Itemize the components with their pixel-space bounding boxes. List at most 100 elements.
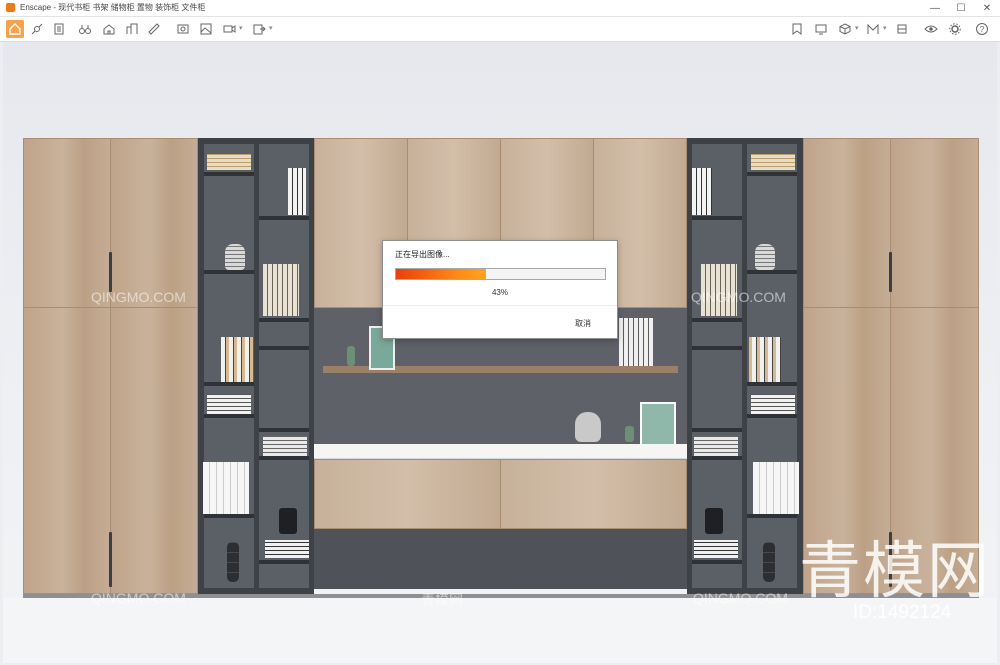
maximize-button[interactable]: ☐ [948,0,974,16]
render-viewport[interactable]: QINGMO.COM QINGMO.COM QINGMO.COM QINGMO.… [3,42,997,663]
books [221,337,253,382]
progress-percent: 43% [491,288,508,297]
sculpture [227,542,239,582]
export-button[interactable] [250,20,268,38]
right-wardrobe-door-top-2 [890,138,979,308]
books [692,168,712,215]
right-wardrobe-door-top-1 [803,138,891,308]
close-button[interactable]: ✕ [974,0,1000,16]
left-wardrobe-door-top-2 [110,138,198,308]
books [751,394,795,414]
books [203,462,249,514]
gear-icon [949,23,961,35]
books [207,154,251,170]
shelf [259,216,309,220]
left-wardrobe-door-bottom-2 [110,307,198,594]
vase [347,346,355,366]
bookmark-icon [792,23,802,35]
left-wardrobe-door-top-1 [23,138,111,308]
export-icon [253,24,266,35]
speaker [279,508,297,534]
books [749,337,781,382]
binoculars-button[interactable] [76,20,94,38]
books [288,168,306,215]
enscape-toolbar: ▾ ▾ ▾ ▾ ? [0,17,1000,42]
home-icon [9,23,21,35]
monitor-icon [815,24,827,35]
progress-fill [396,269,486,279]
export-dropdown-icon[interactable]: ▾ [269,20,275,38]
speaker [705,508,723,534]
house-icon [103,24,115,35]
minimize-button[interactable]: — [922,0,948,16]
books [751,154,795,170]
left-wardrobe-door-bottom-1 [23,307,111,594]
document-list-button[interactable] [50,20,68,38]
shelf [692,428,742,432]
help-button[interactable]: ? [973,20,991,38]
desk-top [314,444,687,460]
shelf [747,382,797,386]
shelf [692,216,742,220]
window-title: Enscape - 现代书柜 书架 储物柜 置物 装饰柜 文件柜 [20,3,206,12]
books [694,436,738,456]
picture-frame [640,402,676,448]
handle [109,532,112,587]
video-button[interactable] [220,20,238,38]
desk-drawer-left [314,459,501,529]
video-dropdown-icon[interactable]: ▾ [239,20,245,38]
desk-kneespace [314,529,687,589]
watermark-id: ID:1492124 [853,602,952,623]
watermark-text: QINGMO.COM [691,289,786,305]
ruler-button[interactable] [145,20,163,38]
screenshot-icon [177,24,189,34]
ruler-icon [148,23,160,35]
dialog-title: 正在导出图像... [395,250,450,259]
shelf [747,414,797,418]
books [265,540,309,558]
sculpture [763,542,775,582]
export-progress-dialog: 正在导出图像... 43% 取消 [382,240,618,339]
books [753,462,799,514]
cube-button[interactable] [836,20,854,38]
video-icon [223,25,236,33]
bookmark-button[interactable] [788,20,806,38]
enscape-logo-icon [6,3,15,12]
books [694,540,738,558]
shelf [747,172,797,176]
satellite-icon [31,23,43,35]
watermark-text-cn: 青模网 [421,592,463,608]
watermark-logo: 青模网 [799,534,992,607]
gallery-button[interactable] [197,20,215,38]
shelf [692,560,742,564]
shelf [692,318,742,322]
binoculars-icon [79,25,91,34]
cube-dropdown-icon[interactable]: ▾ [855,20,861,38]
document-list-icon [54,23,64,35]
handle [889,252,892,292]
handle [109,252,112,292]
watermark-text: QINGMO.COM [91,289,186,305]
shelf [692,346,742,350]
shelf [692,456,742,460]
cancel-button[interactable]: 取消 [575,318,591,329]
vase [755,244,775,270]
eye-settings-button[interactable] [922,20,940,38]
books [619,318,653,366]
shelf [204,414,254,418]
home-button[interactable] [6,20,24,38]
asset-button[interactable] [893,20,911,38]
material-dropdown-icon[interactable]: ▾ [883,20,889,38]
title-bar: Enscape - 现代书柜 书架 储物柜 置物 装饰柜 文件柜 — ☐ ✕ [0,0,1000,17]
house-button[interactable] [100,20,118,38]
material-button[interactable] [864,20,882,38]
window-controls: — ☐ ✕ [922,0,1000,16]
monitor-button[interactable] [812,20,830,38]
buildings-icon [126,23,138,34]
buildings-button[interactable] [123,20,141,38]
vase [225,244,245,270]
screenshot-button[interactable] [174,20,192,38]
settings-button[interactable] [946,20,964,38]
cube-icon [839,23,851,35]
satellite-button[interactable] [28,20,46,38]
